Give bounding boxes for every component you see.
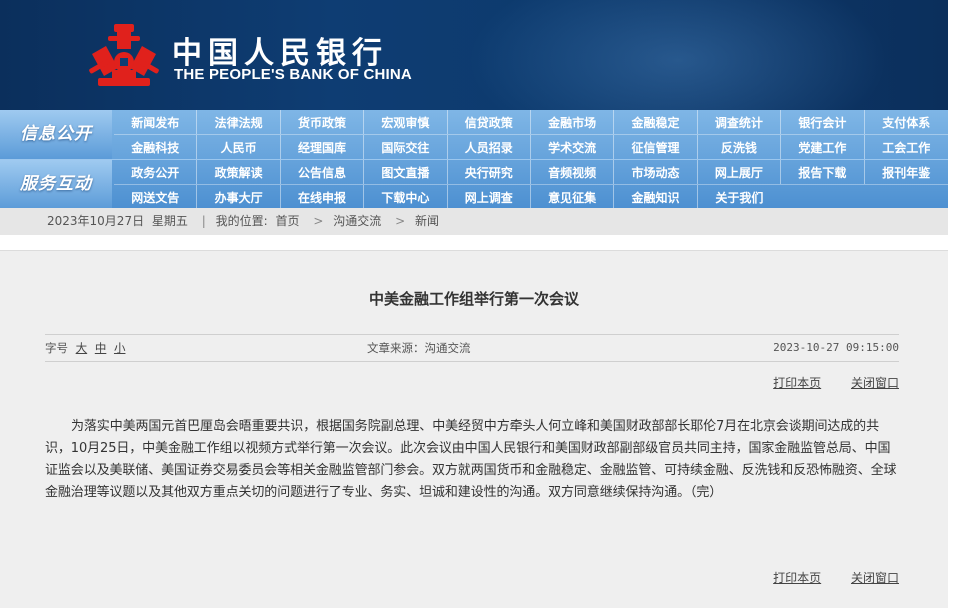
- nav-item[interactable]: 公告信息: [281, 160, 365, 184]
- site-header: 中国人民银行 THE PEOPLE'S BANK OF CHINA: [0, 0, 948, 110]
- nav-item[interactable]: 市场动态: [614, 160, 698, 184]
- nav-row: 金融科技 人民币 经理国库 国际交往 人员招录 学术交流 征信管理 反洗钱 党建…: [114, 134, 948, 159]
- nav-item[interactable]: 网送文告: [114, 185, 198, 209]
- nav-item[interactable]: 网上展厅: [698, 160, 782, 184]
- nav-row: 政务公开 政策解读 公告信息 图文直播 央行研究 音频视频 市场动态 网上展厅 …: [114, 160, 948, 184]
- nav-item[interactable]: 网上调查: [448, 185, 531, 209]
- nav-item[interactable]: 人民币: [197, 135, 281, 159]
- article-tools-bottom: 打印本页 关闭窗口: [747, 569, 899, 586]
- nav-item[interactable]: 调查统计: [698, 110, 782, 134]
- nav-item[interactable]: 信贷政策: [448, 110, 531, 134]
- nav-section-title[interactable]: 信息公开: [0, 110, 112, 159]
- print-page-link[interactable]: 打印本页: [773, 571, 821, 585]
- font-size-control: 字号 大 中 小: [45, 335, 125, 361]
- nav-item[interactable]: 宏观审慎: [364, 110, 448, 134]
- nav-item[interactable]: 人员招录: [448, 135, 531, 159]
- breadcrumb-link[interactable]: 沟通交流: [333, 214, 381, 228]
- article-title: 中美金融工作组举行第一次会议: [368, 290, 579, 308]
- nav-row: 网送文告 办事大厅 在线申报 下载中心 网上调查 意见征集 金融知识 关于我们: [114, 184, 948, 209]
- font-size-medium-link[interactable]: 中: [95, 341, 107, 355]
- nav-item[interactable]: 货币政策: [281, 110, 365, 134]
- font-size-label: 字号: [45, 341, 68, 355]
- nav-item[interactable]: 支付体系: [865, 110, 948, 134]
- nav-item[interactable]: 工会工作: [865, 135, 948, 159]
- nav-item[interactable]: 金融稳定: [614, 110, 698, 134]
- article-container: 中美金融工作组举行第一次会议 字号 大 中 小 文章来源：沟通交流 2023-1…: [0, 250, 948, 608]
- nav-item[interactable]: 金融市场: [531, 110, 615, 134]
- breadcrumb-divider: |: [201, 214, 206, 228]
- nav-item[interactable]: 金融知识: [614, 185, 698, 209]
- nav-item[interactable]: 银行会计: [781, 110, 865, 134]
- article-datetime: 2023-10-27 09:15:00: [773, 341, 899, 354]
- nav-item[interactable]: 在线申报: [281, 185, 365, 209]
- nav-item[interactable]: 下载中心: [364, 185, 448, 209]
- close-window-link[interactable]: 关闭窗口: [851, 571, 899, 585]
- breadcrumb: 2023年10月27日 星期五 | 我的位置: 首页 > 沟通交流 > 新闻: [0, 208, 948, 235]
- nav-item[interactable]: 法律法规: [197, 110, 281, 134]
- nav-item[interactable]: 关于我们: [698, 185, 781, 209]
- nav-section-service: 服务互动 政务公开 政策解读 公告信息 图文直播 央行研究 音频视频 市场动态 …: [0, 159, 948, 209]
- nav-item[interactable]: 金融科技: [114, 135, 198, 159]
- logo-english-text: THE PEOPLE'S BANK OF CHINA: [174, 66, 412, 83]
- main-navigation: 信息公开 新闻发布 法律法规 货币政策 宏观审慎 信贷政策 金融市场 金融稳定 …: [0, 110, 948, 209]
- location-label: 我的位置:: [215, 214, 268, 228]
- nav-item[interactable]: 政策解读: [197, 160, 281, 184]
- nav-item[interactable]: 国际交往: [364, 135, 448, 159]
- pboc-logo-icon[interactable]: [88, 24, 160, 88]
- nav-item[interactable]: 办事大厅: [197, 185, 281, 209]
- nav-item[interactable]: 报告下载: [781, 160, 865, 184]
- nav-section-info: 信息公开 新闻发布 法律法规 货币政策 宏观审慎 信贷政策 金融市场 金融稳定 …: [0, 110, 948, 159]
- current-weekday: 星期五: [151, 214, 188, 228]
- nav-item[interactable]: 经理国库: [281, 135, 365, 159]
- nav-grid: 政务公开 政策解读 公告信息 图文直播 央行研究 音频视频 市场动态 网上展厅 …: [114, 160, 948, 209]
- article-meta: 字号 大 中 小 文章来源：沟通交流 2023-10-27 09:15:00: [45, 334, 899, 362]
- print-page-link[interactable]: 打印本页: [773, 376, 821, 390]
- font-size-large-link[interactable]: 大: [76, 341, 88, 355]
- nav-item[interactable]: 党建工作: [781, 135, 865, 159]
- nav-item[interactable]: 报刊年鉴: [865, 160, 948, 184]
- breadcrumb-home-link[interactable]: 首页: [276, 214, 300, 228]
- breadcrumb-separator: >: [313, 214, 324, 228]
- current-date: 2023年10月27日: [47, 214, 145, 228]
- nav-item[interactable]: 图文直播: [364, 160, 448, 184]
- nav-grid: 新闻发布 法律法规 货币政策 宏观审慎 信贷政策 金融市场 金融稳定 调查统计 …: [114, 110, 948, 159]
- font-size-small-link[interactable]: 小: [114, 341, 126, 355]
- article-source: 文章来源：沟通交流: [367, 341, 471, 355]
- nav-item[interactable]: 央行研究: [448, 160, 531, 184]
- nav-item[interactable]: 征信管理: [614, 135, 698, 159]
- nav-item[interactable]: 反洗钱: [698, 135, 782, 159]
- nav-section-title[interactable]: 服务互动: [0, 160, 112, 209]
- nav-item[interactable]: 学术交流: [531, 135, 615, 159]
- header-glow: [468, 0, 888, 110]
- nav-row: 新闻发布 法律法规 货币政策 宏观审慎 信贷政策 金融市场 金融稳定 调查统计 …: [114, 110, 948, 134]
- nav-item[interactable]: 意见征集: [531, 185, 615, 209]
- breadcrumb-current: 新闻: [414, 214, 439, 228]
- article-tools-top: 打印本页 关闭窗口: [747, 374, 899, 391]
- nav-item[interactable]: 政务公开: [114, 160, 198, 184]
- breadcrumb-separator: >: [395, 214, 406, 228]
- nav-item[interactable]: 音频视频: [531, 160, 615, 184]
- nav-item[interactable]: 新闻发布: [114, 110, 198, 134]
- close-window-link[interactable]: 关闭窗口: [851, 376, 899, 390]
- article-body: 为落实中美两国元首巴厘岛会晤重要共识，根据国务院副总理、中美经贸中方牵头人何立峰…: [45, 419, 897, 500]
